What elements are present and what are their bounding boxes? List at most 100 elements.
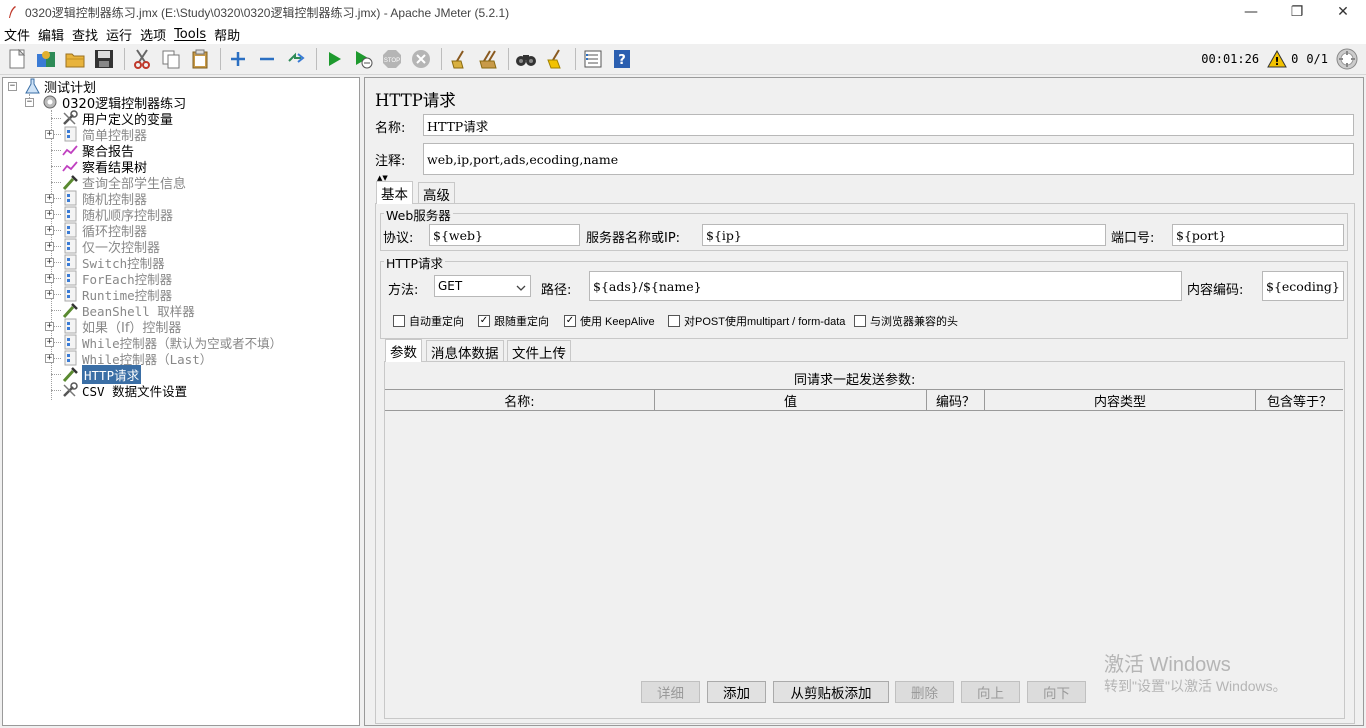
controller-icon [61, 190, 79, 206]
checkbox-box[interactable] [854, 315, 866, 327]
toggle-icon[interactable] [283, 46, 309, 72]
restore-icon[interactable]: ❐ [1274, 0, 1320, 24]
method-select[interactable]: GET [434, 275, 531, 297]
checkbox-box[interactable]: ✓ [564, 315, 576, 327]
add-button[interactable]: 添加 [707, 681, 766, 703]
clear-icon[interactable] [446, 46, 472, 72]
menu-options[interactable]: 选项 [140, 25, 166, 44]
checkbox-box[interactable] [668, 315, 680, 327]
checkbox-label: 与浏览器兼容的头 [870, 316, 958, 328]
auto-redirect-checkbox[interactable]: 自动重定向 [393, 313, 464, 329]
start-no-pause-icon[interactable] [350, 46, 376, 72]
multipart-checkbox[interactable]: 对POST使用multipart / form-data [668, 313, 845, 329]
tree-node[interactable]: CSV 数据文件设置 [61, 381, 187, 400]
path-input[interactable]: ${ads}/${name} [589, 271, 1182, 301]
name-input[interactable]: HTTP请求 [423, 114, 1354, 136]
minimize-icon[interactable]: — [1228, 0, 1274, 24]
column-header-content-type[interactable]: 内容类型 [985, 390, 1256, 410]
move-up-button[interactable]: 向上 [961, 681, 1020, 703]
expand-icon[interactable]: + [45, 226, 54, 235]
stop-icon[interactable]: STOP [379, 46, 405, 72]
column-header-include-equals[interactable]: 包含等于？ [1256, 390, 1343, 410]
status-area: 00:01:26 ! 0 0/1 [1201, 48, 1358, 70]
menu-help[interactable]: 帮助 [214, 25, 240, 44]
expand-icon[interactable]: + [45, 274, 54, 283]
collapse-all-icon[interactable] [254, 46, 280, 72]
collapse-icon[interactable]: − [25, 98, 34, 107]
tree-node-label[interactable]: CSV 数据文件设置 [82, 381, 187, 400]
expand-icon[interactable]: + [45, 290, 54, 299]
protocol-input[interactable]: ${web} [429, 224, 580, 246]
cut-icon[interactable] [129, 46, 155, 72]
column-header-encode[interactable]: 编码？ [927, 390, 985, 410]
svg-text:?: ? [618, 53, 626, 68]
menu-edit[interactable]: 编辑 [38, 25, 64, 44]
detail-button[interactable]: 详细 [641, 681, 700, 703]
expand-icon[interactable]: + [45, 194, 54, 203]
graph-icon [61, 158, 79, 174]
copy-icon[interactable] [158, 46, 184, 72]
controller-icon [61, 318, 79, 334]
column-header-value[interactable]: 值 [655, 390, 927, 410]
tree-guide-line [51, 310, 61, 311]
expand-icon[interactable]: + [45, 258, 54, 267]
help-icon[interactable]: ? [609, 46, 635, 72]
delete-button[interactable]: 删除 [895, 681, 954, 703]
expand-icon[interactable]: + [45, 242, 54, 251]
encoding-input[interactable]: ${ecoding} [1262, 271, 1344, 301]
server-input[interactable]: ${ip} [702, 224, 1106, 246]
controller-icon [61, 350, 79, 366]
toolbar-separator [575, 48, 576, 70]
keepalive-checkbox[interactable]: ✓ 使用 KeepAlive [564, 313, 655, 329]
menu-search[interactable]: 查找 [72, 25, 98, 44]
tab-file-upload[interactable]: 文件上传 [507, 340, 571, 362]
shutdown-icon[interactable] [408, 46, 434, 72]
warning-icon[interactable]: ! [1267, 50, 1287, 68]
expand-icon[interactable]: + [45, 210, 54, 219]
expand-all-icon[interactable] [225, 46, 251, 72]
expand-icon[interactable]: + [45, 338, 54, 347]
activation-watermark-text: 转到"设置"以激活 Windows。 [1104, 678, 1287, 694]
templates-icon[interactable] [33, 46, 59, 72]
function-helper-icon[interactable] [580, 46, 606, 72]
clear-all-icon[interactable] [475, 46, 501, 72]
new-file-icon[interactable] [4, 46, 30, 72]
tab-body-data[interactable]: 消息体数据 [426, 340, 504, 362]
expand-icon[interactable]: + [45, 130, 54, 139]
paste-icon[interactable] [187, 46, 213, 72]
expand-icon[interactable]: + [45, 322, 54, 331]
params-table-header: 名称: 值 编码？ 内容类型 包含等于？ [385, 389, 1343, 411]
column-header-name[interactable]: 名称: [385, 390, 655, 410]
tab-parameters[interactable]: 参数 [385, 339, 422, 362]
controller-icon [61, 126, 79, 142]
browser-headers-checkbox[interactable]: 与浏览器兼容的头 [854, 313, 958, 329]
menu-file[interactable]: 文件 [4, 25, 30, 44]
menu-run[interactable]: 运行 [106, 25, 132, 44]
checkbox-box[interactable] [393, 315, 405, 327]
start-icon[interactable] [321, 46, 347, 72]
checkbox-box[interactable]: ✓ [478, 315, 490, 327]
tree-guide-line [51, 182, 61, 183]
tab-advanced[interactable]: 高级 [418, 182, 455, 204]
tree-guide-line [51, 374, 61, 375]
elapsed-time: 00:01:26 [1201, 52, 1260, 66]
port-input[interactable]: ${port} [1172, 224, 1344, 246]
checkbox-label: 自动重定向 [409, 316, 464, 328]
menu-tools[interactable]: Tools [174, 27, 206, 42]
expand-icon[interactable]: + [45, 354, 54, 363]
tab-basic[interactable]: 基本 [376, 181, 413, 204]
save-icon[interactable] [91, 46, 117, 72]
open-folder-icon[interactable] [62, 46, 88, 72]
move-down-button[interactable]: 向下 [1027, 681, 1086, 703]
close-icon[interactable]: ✕ [1320, 0, 1366, 24]
add-from-clipboard-button[interactable]: 从剪贴板添加 [773, 681, 889, 703]
comment-input[interactable]: web,ip,port,ads,ecoding,name [423, 143, 1354, 175]
test-plan-tree[interactable]: − 测试计划 −0320逻辑控制器练习 用户定义的变量 + 简单控制器 聚合报告 察看结果树查… [2, 77, 360, 726]
name-label: 名称: [375, 121, 406, 136]
toolbar-separator [124, 48, 125, 70]
follow-redirect-checkbox[interactable]: ✓ 跟随重定向 [478, 313, 549, 329]
reset-search-icon[interactable] [542, 46, 568, 72]
collapse-icon[interactable]: − [8, 82, 17, 91]
menu-bar: 文件 编辑 查找 运行 选项 Tools 帮助 [0, 24, 1366, 44]
search-binoculars-icon[interactable] [513, 46, 539, 72]
